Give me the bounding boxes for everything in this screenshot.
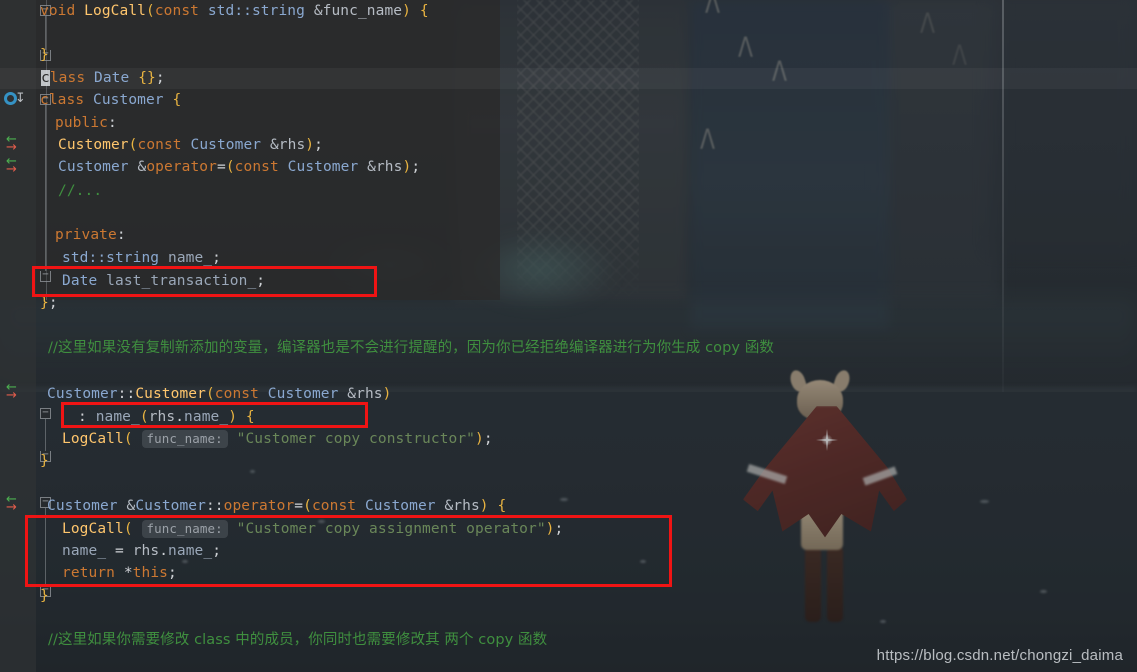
code-line-29-comment[interactable]: //这里如果你需要修改 class 中的成员，你同时也需要修改其 两个 copy… <box>48 629 547 651</box>
code-line-21[interactable]: } <box>40 450 49 472</box>
annotation-box-init-list <box>61 402 368 428</box>
code-line-9[interactable]: //... <box>58 180 102 202</box>
code-line-27[interactable]: } <box>40 585 49 607</box>
code-line-4[interactable]: class Date {}; <box>41 67 165 89</box>
code-line-7[interactable]: Customer(const Customer &rhs); <box>58 134 323 156</box>
code-line-3[interactable]: } <box>40 44 49 66</box>
code-line-23[interactable]: Customer &Customer::operator=(const Cust… <box>47 495 506 517</box>
code-line-20[interactable]: LogCall( func_name: "Customer copy const… <box>62 428 493 450</box>
code-line-6[interactable]: public: <box>55 112 117 134</box>
annotation-box-assignment-body <box>25 515 672 587</box>
watermark-url: https://blog.csdn.net/chongzi_daima <box>876 647 1123 664</box>
inlay-param-hint: func_name: <box>141 430 228 448</box>
code-line-1[interactable]: void LogCall(const std::string &func_nam… <box>40 0 429 22</box>
code-editor-window[interactable]: Λ Λ Λ Λ Λ Λ ─ ─ ─ ─ ─ ─ ─ ─ ↧ ← → ← → ← … <box>0 0 1137 672</box>
code-line-16-comment[interactable]: //这里如果没有复制新添加的变量，编译器也是不会进行提醒的，因为你已经拒绝编译器… <box>48 337 774 359</box>
code-line-8[interactable]: Customer &operator=(const Customer &rhs)… <box>58 156 420 178</box>
code-line-5[interactable]: class Customer { <box>40 89 181 111</box>
code-line-11[interactable]: private: <box>55 224 126 246</box>
annotation-box-date-member <box>32 266 377 297</box>
